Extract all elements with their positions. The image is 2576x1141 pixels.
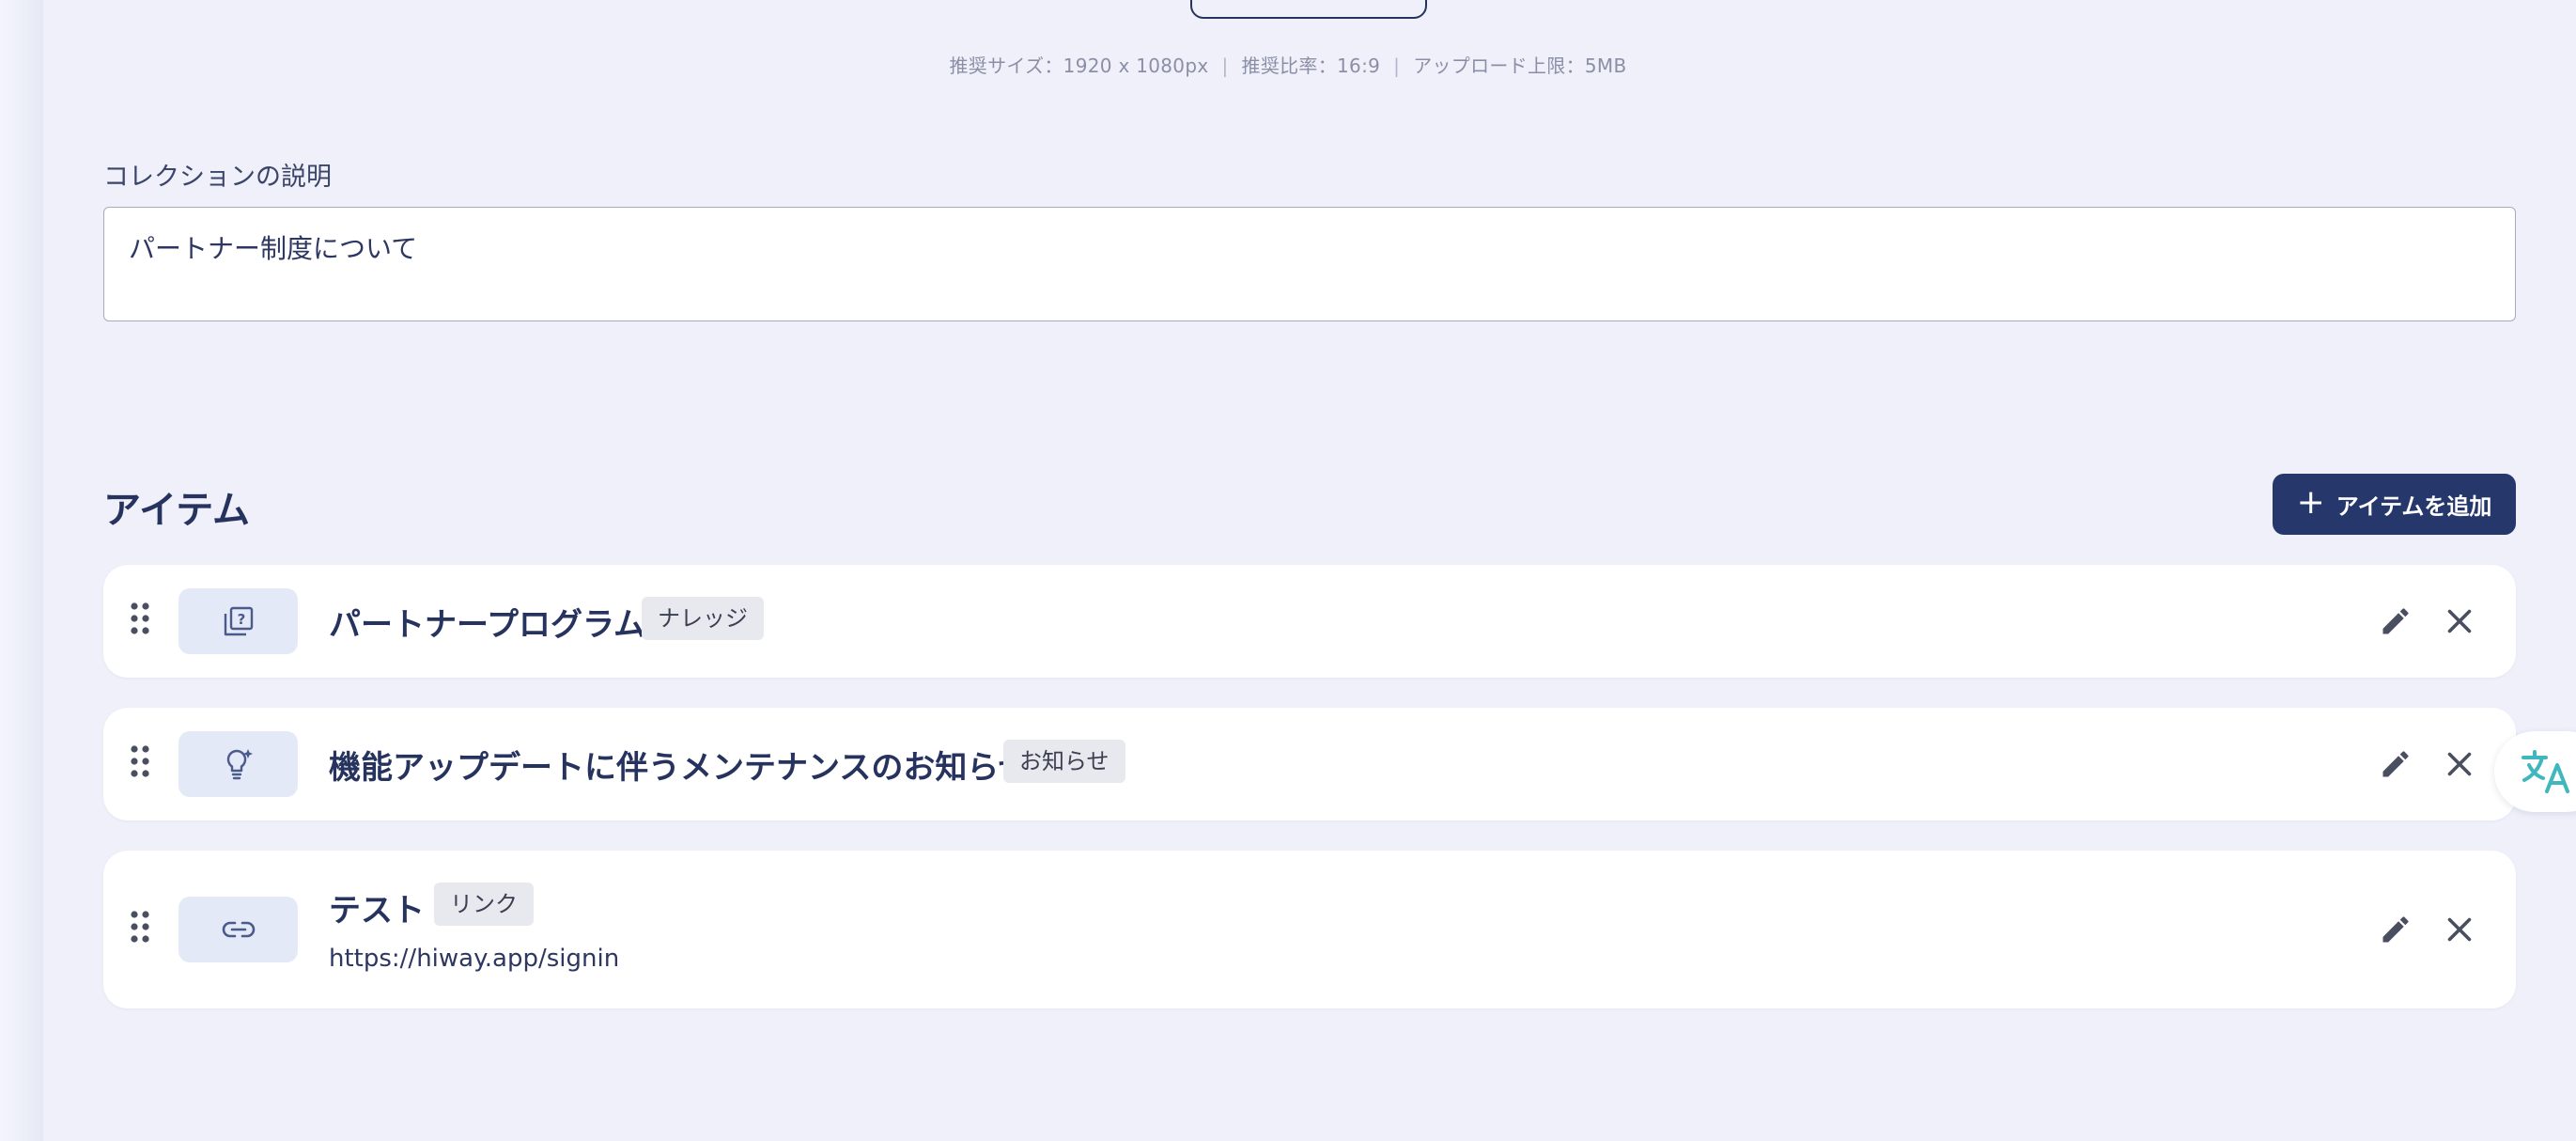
hint-separator: | bbox=[1221, 55, 1229, 77]
item-title: テスト bbox=[329, 892, 425, 930]
plus-icon: + bbox=[2296, 482, 2325, 522]
list-item: 機能アップデートに伴うメンテナンスのお知らせ お知らせ bbox=[103, 708, 2516, 821]
drag-handle-icon[interactable] bbox=[130, 745, 150, 777]
upload-hint: 推奨サイズ：1920 x 1080px | 推奨比率：16:9 | アップロード上限：5… bbox=[0, 51, 2576, 78]
item-thumbnail bbox=[178, 731, 298, 797]
translate-button[interactable] bbox=[2494, 731, 2576, 812]
add-item-label: アイテムを追加 bbox=[2335, 493, 2492, 520]
drag-handle-icon[interactable] bbox=[130, 911, 150, 943]
close-icon[interactable] bbox=[2443, 913, 2476, 946]
description-textarea[interactable]: パートナー制度について bbox=[103, 207, 2516, 321]
translate-icon bbox=[2522, 750, 2569, 793]
items-heading: アイテム bbox=[103, 489, 250, 532]
lightbulb-icon bbox=[226, 749, 253, 780]
close-icon[interactable] bbox=[2443, 604, 2476, 638]
edit-icon[interactable] bbox=[2379, 913, 2413, 946]
hint-separator: | bbox=[1393, 55, 1401, 77]
item-thumbnail bbox=[178, 897, 298, 962]
list-item: テスト リンク https://hiway.app/signin bbox=[103, 851, 2516, 1008]
knowledge-question-icon: ? bbox=[224, 606, 253, 636]
drag-handle-icon[interactable] bbox=[130, 602, 150, 634]
add-item-button[interactable]: + アイテムを追加 bbox=[2273, 474, 2516, 535]
description-label: コレクションの説明 bbox=[103, 163, 332, 192]
edit-icon[interactable] bbox=[2379, 747, 2413, 781]
upload-hint-ratio: 推奨比率：16:9 bbox=[1241, 55, 1381, 77]
upload-hint-size: 推奨サイズ：1920 x 1080px bbox=[949, 55, 1209, 77]
item-type-badge: リンク bbox=[434, 883, 534, 926]
item-type-badge: ナレッジ bbox=[642, 597, 764, 640]
link-icon bbox=[222, 921, 255, 938]
svg-text:?: ? bbox=[237, 611, 245, 628]
item-title: 機能アップデートに伴うメンテナンスのお知らせ bbox=[329, 749, 1031, 787]
upload-image-button[interactable] bbox=[1190, 0, 1427, 19]
edit-icon[interactable] bbox=[2379, 604, 2413, 638]
item-url: https://hiway.app/signin bbox=[329, 945, 620, 973]
upload-hint-limit: アップロード上限：5MB bbox=[1413, 55, 1627, 77]
close-icon[interactable] bbox=[2443, 747, 2476, 781]
list-item: ? パートナープログラム ナレッジ bbox=[103, 565, 2516, 678]
item-thumbnail: ? bbox=[178, 588, 298, 654]
left-sidebar-edge bbox=[0, 0, 44, 1141]
item-title: パートナープログラム bbox=[329, 606, 645, 644]
item-type-badge: お知らせ bbox=[1003, 740, 1125, 783]
